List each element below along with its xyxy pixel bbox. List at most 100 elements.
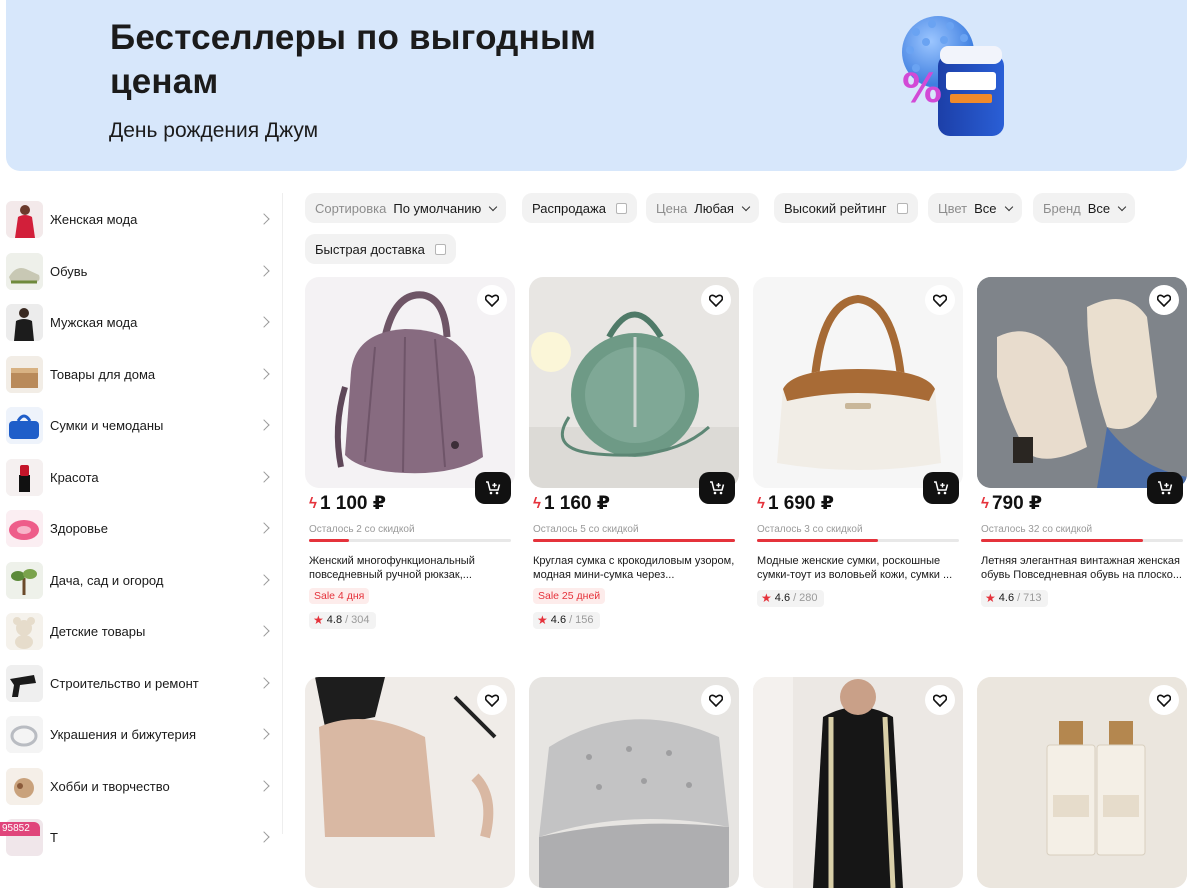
price-dropdown[interactable]: Цена Любая bbox=[646, 193, 759, 223]
favorite-button[interactable] bbox=[1149, 285, 1179, 315]
stock-progress-fill bbox=[533, 539, 735, 542]
stock-left-text: Осталось 32 со скидкой bbox=[981, 524, 1093, 535]
product-image[interactable] bbox=[977, 277, 1187, 488]
favorite-button[interactable] bbox=[701, 285, 731, 315]
sidebar-item-home-goods[interactable]: Товары для дома bbox=[6, 352, 276, 396]
chevron-right-icon bbox=[258, 316, 270, 328]
color-label: Цвет bbox=[938, 200, 968, 216]
color-dropdown[interactable]: Цвет Все bbox=[928, 193, 1022, 223]
product-title[interactable]: Женский многофункциональный повседневный… bbox=[309, 555, 511, 582]
checkbox-icon[interactable] bbox=[615, 202, 627, 214]
favorite-button[interactable] bbox=[925, 285, 955, 315]
product-title[interactable]: Летняя элегантная винтажная женская обув… bbox=[981, 555, 1183, 582]
banner-title: Бестселлеры по выгодным ценам bbox=[110, 18, 597, 101]
mens-fashion-icon bbox=[6, 303, 43, 341]
add-to-cart-button[interactable] bbox=[1147, 472, 1183, 504]
price-value: 1 100 ₽ bbox=[319, 493, 386, 514]
heart-icon bbox=[485, 693, 499, 707]
sidebar-item-label: Красота bbox=[50, 469, 99, 485]
sale-badge: Sale 4 дня bbox=[309, 588, 370, 604]
sale-filter-label: Распродажа bbox=[532, 200, 606, 216]
sidebar-item-label: Строительство и ремонт bbox=[50, 675, 199, 691]
stock-progress-bar bbox=[981, 539, 1183, 542]
sidebar-item-beauty[interactable]: Красота bbox=[6, 455, 276, 499]
stock-left-text: Осталось 2 со скидкой bbox=[309, 524, 415, 535]
high-rating-filter[interactable]: Высокий рейтинг bbox=[774, 193, 918, 223]
product-image[interactable] bbox=[305, 277, 515, 488]
high-rating-label: Высокий рейтинг bbox=[784, 200, 887, 216]
stock-progress-bar bbox=[757, 539, 959, 542]
sidebar-item-label: Обувь bbox=[50, 263, 88, 279]
lightning-icon: ϟ bbox=[533, 495, 541, 512]
checkbox-icon[interactable] bbox=[896, 202, 908, 214]
jewelry-icon bbox=[6, 715, 43, 753]
sidebar-item-garden[interactable]: Дача, сад и огород bbox=[6, 558, 276, 602]
product-image[interactable] bbox=[529, 277, 739, 488]
star-icon: ★ bbox=[761, 591, 772, 605]
price-value: Любая bbox=[694, 200, 734, 216]
favorite-button[interactable] bbox=[701, 685, 731, 715]
add-to-cart-button[interactable] bbox=[923, 472, 959, 504]
sort-label: Сортировка bbox=[315, 200, 387, 216]
product-title[interactable]: Круглая сумка с крокодиловым узором, мод… bbox=[533, 555, 735, 582]
sale-filter[interactable]: Распродажа bbox=[522, 193, 637, 223]
svg-text:%: % bbox=[902, 66, 942, 112]
price-value: 1 690 ₽ bbox=[767, 493, 834, 514]
sort-dropdown[interactable]: Сортировка По умолчанию bbox=[305, 193, 507, 223]
chevron-right-icon bbox=[258, 574, 270, 586]
chevron-right-icon bbox=[258, 831, 270, 843]
add-to-cart-button[interactable] bbox=[475, 472, 511, 504]
chevron-right-icon bbox=[258, 471, 270, 483]
stock-progress-bar bbox=[533, 539, 735, 542]
chevron-right-icon bbox=[258, 419, 270, 431]
chevron-right-icon bbox=[258, 522, 270, 534]
hobby-icon bbox=[6, 767, 43, 805]
chevron-right-icon bbox=[258, 728, 270, 740]
sidebar-item-shoes[interactable]: Обувь bbox=[6, 249, 276, 293]
product-image[interactable] bbox=[753, 277, 963, 488]
promo-banner[interactable]: Бестселлеры по выгодным ценам День рожде… bbox=[6, 0, 1187, 171]
price-value: 790 ₽ bbox=[991, 493, 1043, 514]
star-icon: ★ bbox=[313, 613, 324, 627]
sidebar-item-health[interactable]: Здоровье bbox=[6, 506, 276, 550]
favorite-button[interactable] bbox=[1149, 685, 1179, 715]
sidebar-item-label: Т bbox=[50, 829, 58, 845]
sidebar-item-kids[interactable]: Детские товары bbox=[6, 609, 276, 653]
sidebar-item-construction[interactable]: Строительство и ремонт bbox=[6, 661, 276, 705]
lightning-icon: ϟ bbox=[309, 495, 317, 512]
product-price: ϟ1 690 ₽ bbox=[757, 492, 834, 515]
sidebar-item-more[interactable]: Т bbox=[6, 815, 276, 859]
favorite-button[interactable] bbox=[925, 685, 955, 715]
sidebar-item-label: Сумки и чемоданы bbox=[50, 417, 164, 433]
product-image[interactable] bbox=[305, 677, 515, 888]
favorite-button[interactable] bbox=[477, 285, 507, 315]
brand-value: Все bbox=[1087, 200, 1111, 216]
price-label: Цена bbox=[656, 200, 688, 216]
fast-delivery-filter[interactable]: Быстрая доставка bbox=[305, 234, 456, 264]
chevron-right-icon bbox=[258, 780, 270, 792]
favorite-button[interactable] bbox=[477, 685, 507, 715]
checkbox-icon[interactable] bbox=[434, 243, 446, 255]
sidebar-item-hobby[interactable]: Хобби и творчество bbox=[6, 764, 276, 808]
shoes-icon bbox=[6, 252, 43, 290]
sidebar-item-label: Украшения и бижутерия bbox=[50, 726, 197, 742]
lightning-icon: ϟ bbox=[981, 495, 989, 512]
sidebar-item-jewelry[interactable]: Украшения и бижутерия bbox=[6, 712, 276, 756]
heart-icon bbox=[485, 293, 499, 307]
sidebar-item-womens-fashion[interactable]: Женская мода bbox=[6, 197, 276, 241]
sidebar-item-mens-fashion[interactable]: Мужская мода bbox=[6, 300, 276, 344]
sidebar-item-bags[interactable]: Сумки и чемоданы bbox=[6, 403, 276, 447]
stock-left-text: Осталось 5 со скидкой bbox=[533, 524, 639, 535]
brand-dropdown[interactable]: Бренд Все bbox=[1033, 193, 1136, 223]
product-image[interactable] bbox=[753, 677, 963, 888]
category-sidebar: Женская мода Обувь Мужская мода Товары д… bbox=[0, 193, 283, 856]
chevron-down-icon bbox=[741, 202, 751, 211]
product-image[interactable] bbox=[977, 677, 1187, 888]
product-image[interactable] bbox=[529, 677, 739, 888]
product-title[interactable]: Модные женские сумки, роскошные сумки-то… bbox=[757, 555, 959, 582]
kids-icon bbox=[6, 612, 43, 650]
rating-badge: ★ 4.8/ 304 bbox=[309, 612, 376, 629]
heart-icon bbox=[933, 293, 947, 307]
heart-icon bbox=[709, 293, 723, 307]
add-to-cart-button[interactable] bbox=[699, 472, 735, 504]
